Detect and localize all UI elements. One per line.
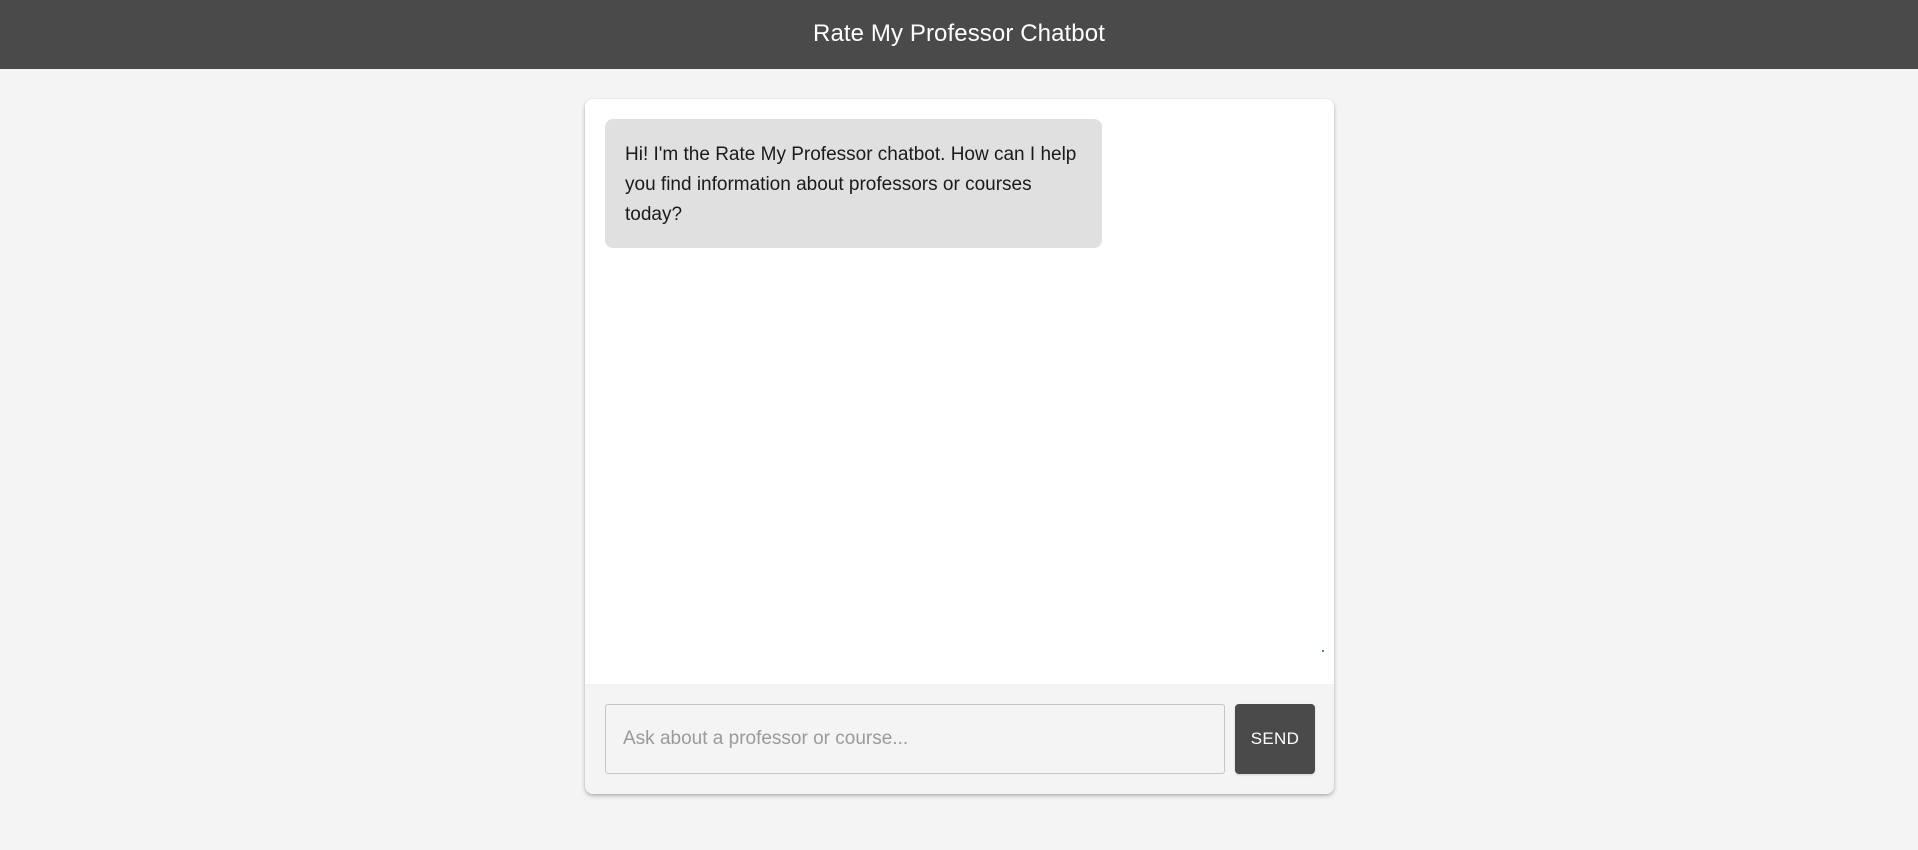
scroll-anchor-indicator (1322, 650, 1324, 652)
assistant-message-bubble: Hi! I'm the Rate My Professor chatbot. H… (605, 119, 1102, 248)
chat-container: Hi! I'm the Rate My Professor chatbot. H… (585, 99, 1334, 794)
page-title: Rate My Professor Chatbot (813, 19, 1105, 47)
send-button[interactable]: SEND (1235, 704, 1315, 774)
message-input[interactable] (605, 704, 1225, 774)
app-header: Rate My Professor Chatbot (0, 0, 1918, 69)
composer-bar: SEND (585, 684, 1334, 794)
message-list[interactable]: Hi! I'm the Rate My Professor chatbot. H… (585, 99, 1334, 684)
